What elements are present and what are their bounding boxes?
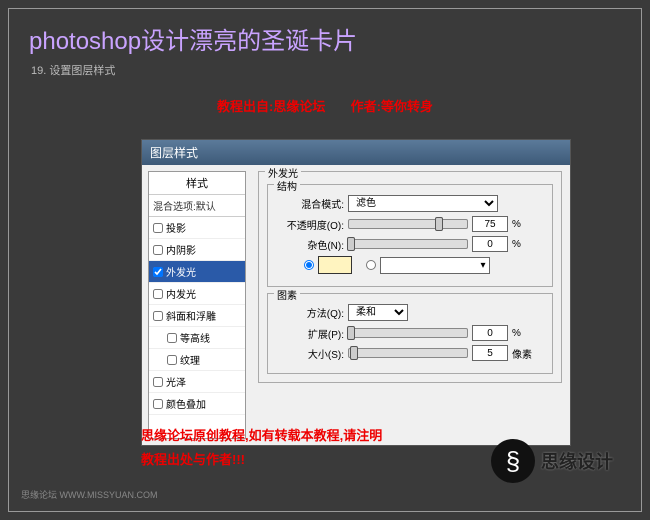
spread-input[interactable] — [472, 325, 508, 341]
page-title: photoshop设计漂亮的圣诞卡片 — [9, 9, 641, 62]
blend-mode-label: 混合模式: — [274, 196, 344, 211]
sidebar-item-label: 纹理 — [180, 352, 200, 367]
footer-line1: 思缘论坛原创教程,如有转载本教程,请注明 — [141, 424, 382, 447]
sidebar-checkbox[interactable] — [153, 377, 163, 387]
noise-slider[interactable] — [348, 239, 468, 249]
sidebar-item-label: 光泽 — [166, 374, 186, 389]
gradient-select[interactable]: ▾ — [380, 257, 490, 274]
page-frame: photoshop设计漂亮的圣诞卡片 19. 设置图层样式 教程出自:思缘论坛 … — [8, 8, 642, 512]
sidebar-item-label: 等高线 — [180, 330, 210, 345]
sidebar-header[interactable]: 样式 — [149, 172, 245, 195]
sidebar-checkbox[interactable] — [153, 267, 163, 277]
noise-input[interactable] — [472, 236, 508, 252]
noise-label: 杂色(N): — [274, 237, 344, 252]
sidebar-blend-options[interactable]: 混合选项:默认 — [149, 195, 245, 217]
sidebar-item-6[interactable]: 纹理 — [149, 349, 245, 371]
spread-slider[interactable] — [348, 328, 468, 338]
elements-title: 图素 — [274, 287, 300, 302]
color-radio[interactable] — [304, 260, 314, 270]
sidebar-item-label: 外发光 — [166, 264, 196, 279]
sidebar-item-label: 投影 — [166, 220, 186, 235]
size-label: 大小(S): — [274, 346, 344, 361]
sidebar-item-7[interactable]: 光泽 — [149, 371, 245, 393]
size-input[interactable] — [472, 345, 508, 361]
sidebar-item-3[interactable]: 内发光 — [149, 283, 245, 305]
credit-line: 教程出自:思缘论坛 作者:等你转身 — [9, 96, 641, 115]
sidebar-item-2[interactable]: 外发光 — [149, 261, 245, 283]
opacity-unit: % — [512, 219, 521, 230]
credit-source: 教程出自:思缘论坛 — [217, 99, 325, 114]
sidebar-checkbox[interactable] — [153, 245, 163, 255]
sidebar-checkbox[interactable] — [167, 333, 177, 343]
opacity-input[interactable] — [472, 216, 508, 232]
dialog-titlebar[interactable]: 图层样式 — [142, 140, 570, 165]
elements-group: 图素 方法(Q): 柔和 扩展(P): % — [267, 293, 553, 374]
gradient-radio[interactable] — [366, 260, 376, 270]
technique-label: 方法(Q): — [274, 305, 344, 320]
sidebar-item-label: 颜色叠加 — [166, 396, 206, 411]
sidebar-item-4[interactable]: 斜面和浮雕 — [149, 305, 245, 327]
technique-select[interactable]: 柔和 — [348, 304, 408, 321]
sidebar-checkbox[interactable] — [153, 223, 163, 233]
spread-label: 扩展(P): — [274, 326, 344, 341]
sidebar-item-1[interactable]: 内阴影 — [149, 239, 245, 261]
structure-group: 结构 混合模式: 滤色 不透明度(O): % — [267, 184, 553, 287]
opacity-label: 不透明度(O): — [274, 217, 344, 232]
sidebar-checkbox[interactable] — [153, 399, 163, 409]
structure-title: 结构 — [274, 178, 300, 193]
sidebar-item-label: 斜面和浮雕 — [166, 308, 216, 323]
sidebar-checkbox[interactable] — [153, 289, 163, 299]
sidebar-item-label: 内发光 — [166, 286, 196, 301]
sidebar-checkbox[interactable] — [167, 355, 177, 365]
outer-glow-group: 外发光 结构 混合模式: 滤色 不透明度(O): — [258, 171, 562, 383]
logo: § 思缘设计 — [491, 439, 613, 483]
step-text: 19. 设置图层样式 — [9, 62, 641, 78]
styles-sidebar: 样式 混合选项:默认 投影内阴影外发光内发光斜面和浮雕等高线纹理光泽颜色叠加 — [148, 171, 246, 439]
sidebar-item-5[interactable]: 等高线 — [149, 327, 245, 349]
blend-mode-select[interactable]: 滤色 — [348, 195, 498, 212]
credit-author: 作者:等你转身 — [351, 99, 433, 114]
footer-notice: 思缘论坛原创教程,如有转载本教程,请注明 教程出处与作者!!! — [141, 424, 382, 471]
layer-style-dialog: 图层样式 样式 混合选项:默认 投影内阴影外发光内发光斜面和浮雕等高线纹理光泽颜… — [141, 139, 571, 446]
sidebar-item-label: 内阴影 — [166, 242, 196, 257]
opacity-slider[interactable] — [348, 219, 468, 229]
bottom-site: 思缘论坛 WWW.MISSYUAN.COM — [21, 488, 158, 501]
color-swatch[interactable] — [318, 256, 352, 274]
main-panel: 外发光 结构 混合模式: 滤色 不透明度(O): — [250, 165, 570, 445]
sidebar-item-0[interactable]: 投影 — [149, 217, 245, 239]
size-slider[interactable] — [348, 348, 468, 358]
spread-unit: % — [512, 328, 521, 339]
size-unit: 像素 — [512, 346, 532, 361]
noise-unit: % — [512, 239, 521, 250]
sidebar-checkbox[interactable] — [153, 311, 163, 321]
logo-icon: § — [491, 439, 535, 483]
sidebar-item-8[interactable]: 颜色叠加 — [149, 393, 245, 415]
footer-line2: 教程出处与作者!!! — [141, 448, 382, 471]
logo-text: 思缘设计 — [541, 448, 613, 474]
